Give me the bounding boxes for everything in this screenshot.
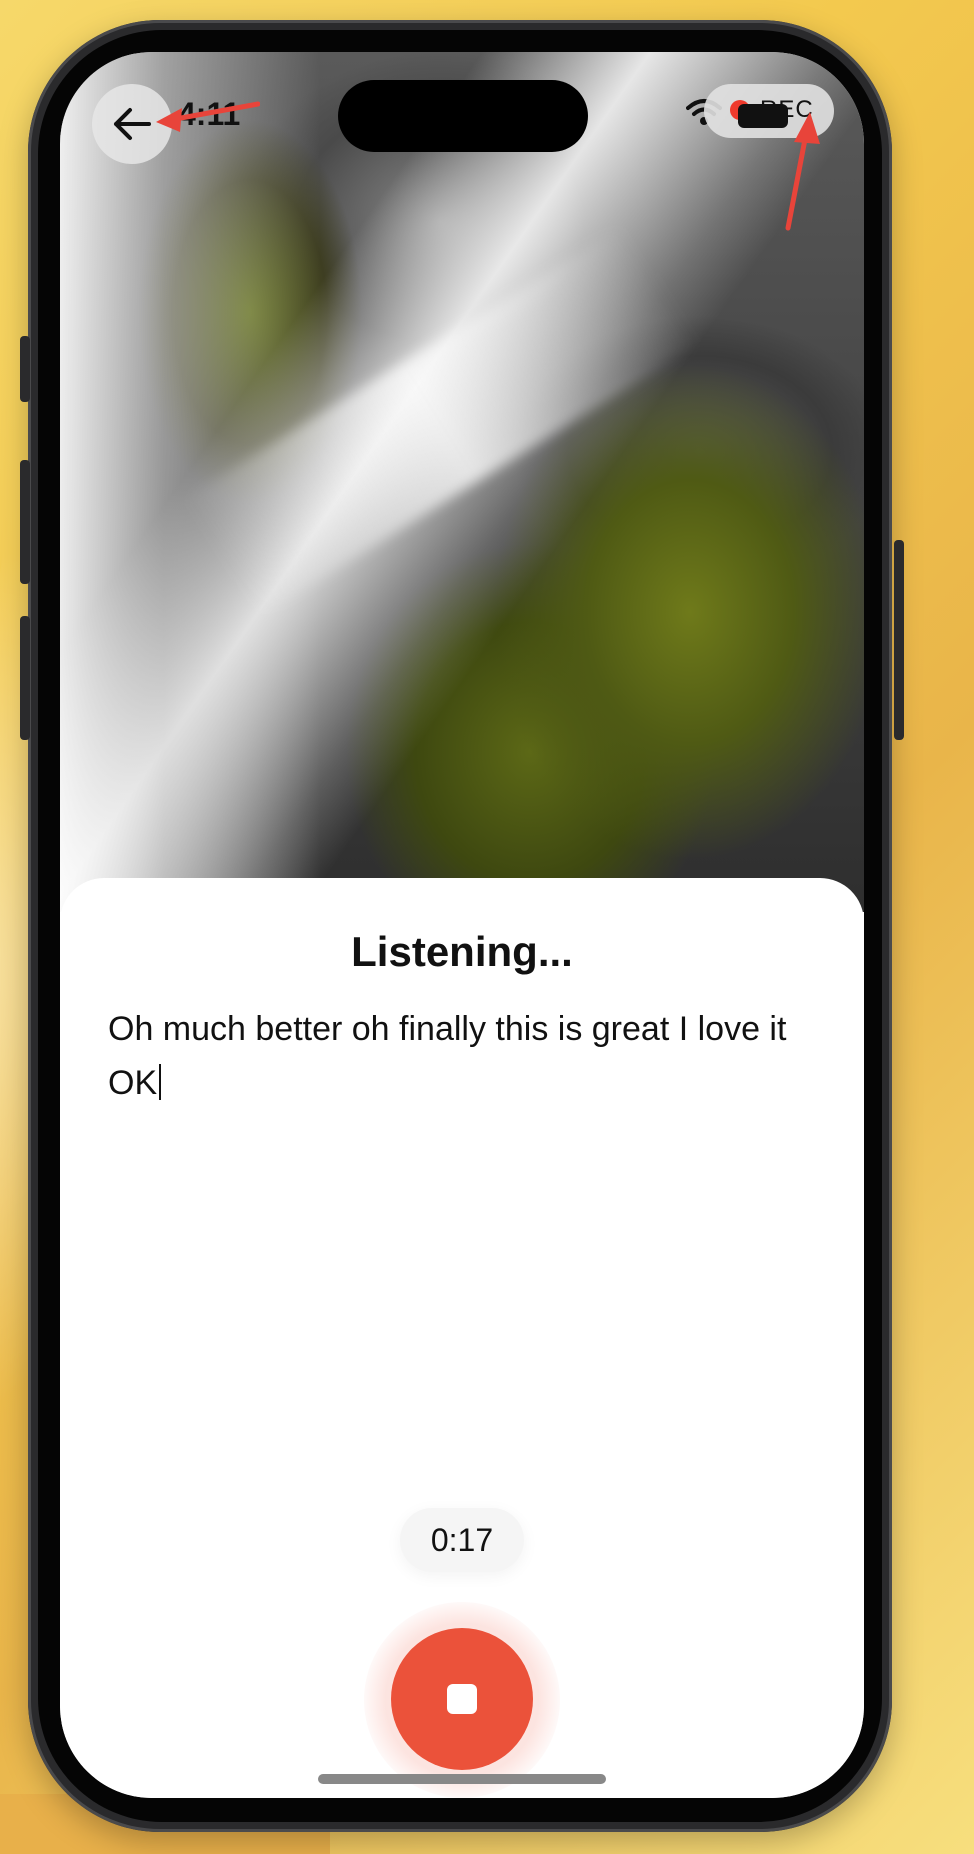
elapsed-timer: 0:17: [400, 1508, 524, 1572]
side-button-power: [894, 540, 904, 740]
text-caret: [159, 1064, 162, 1100]
listening-sheet: Listening... Oh much better oh finally t…: [60, 878, 864, 1798]
side-button-volume-up: [20, 460, 30, 584]
waterfall-photo: [60, 52, 864, 912]
phone-screen: 4:11 REC Listening... Oh much better oh …: [60, 52, 864, 1798]
transcript-content: Oh much better oh finally this is great …: [108, 1010, 787, 1102]
side-button-volume-down: [20, 616, 30, 740]
side-button-action: [20, 336, 30, 402]
battery-icon: [738, 104, 788, 128]
stop-icon: [447, 1684, 477, 1714]
dynamic-island: [338, 80, 588, 152]
stop-recording-button[interactable]: [391, 1628, 533, 1770]
sheet-title: Listening...: [351, 928, 573, 975]
home-indicator[interactable]: [318, 1774, 606, 1784]
annotation-arrow-left: [156, 101, 260, 132]
arrow-left-icon: [114, 108, 151, 140]
annotation-arrow-up: [785, 112, 820, 231]
transcript-text[interactable]: Oh much better oh finally this is great …: [108, 1002, 808, 1110]
